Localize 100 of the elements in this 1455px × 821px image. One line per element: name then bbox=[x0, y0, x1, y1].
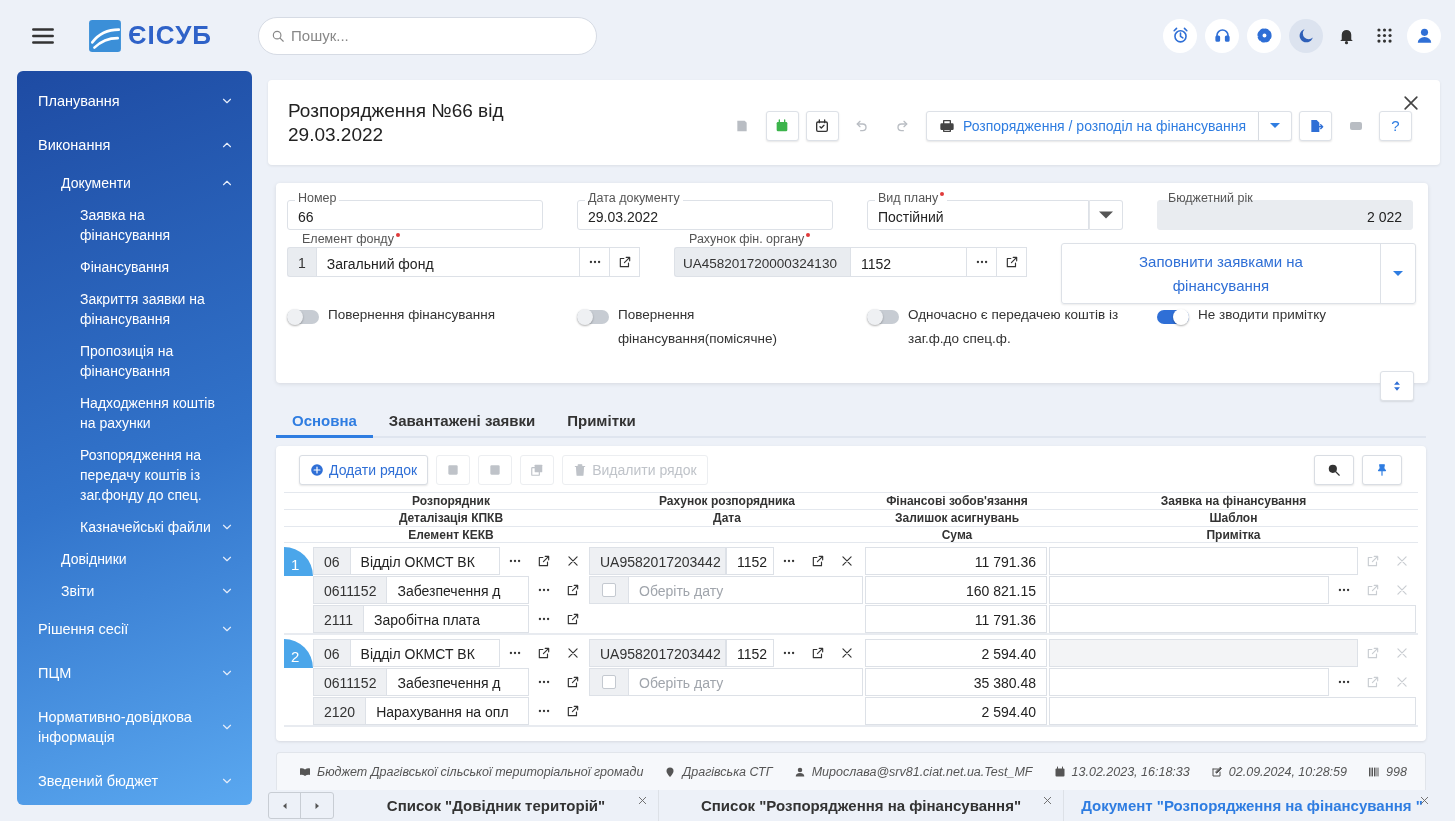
external-link-icon bbox=[810, 554, 825, 568]
sidebar-item[interactable]: Нормативно-довідкова інформація bbox=[17, 695, 252, 759]
input-field: 1152 bbox=[726, 547, 774, 575]
sidebar-item[interactable]: Закриття заявки на фінансування bbox=[17, 283, 252, 335]
code-field: 1 bbox=[287, 247, 316, 277]
column-header: Фінансові зобов'язання bbox=[885, 493, 1029, 509]
external-link-icon bbox=[536, 646, 551, 660]
close-icon bbox=[1041, 794, 1053, 806]
sidebar-item[interactable]: Казначейські файли bbox=[17, 511, 252, 543]
input-field: Забезпечення д bbox=[387, 668, 529, 696]
sidebar-item[interactable]: Виконання bbox=[17, 123, 252, 167]
sidebar-item[interactable]: Розпорядження на передачу коштів із заг.фонду до спец. bbox=[17, 439, 252, 511]
tab[interactable]: Завантажені заявки bbox=[372, 405, 552, 438]
settings-icon bbox=[1254, 26, 1274, 45]
sidebar-item[interactable]: Рішення сесії bbox=[17, 607, 252, 651]
amount-field: 35 380.48 bbox=[865, 668, 1047, 696]
toggle-switch[interactable] bbox=[867, 310, 899, 324]
close-tab-button[interactable] bbox=[1418, 794, 1430, 806]
theme-button[interactable] bbox=[1289, 18, 1323, 53]
pin-button[interactable] bbox=[1362, 455, 1402, 485]
code-field: UA9582017203442 bbox=[589, 547, 726, 575]
toggle-switch[interactable] bbox=[1157, 310, 1189, 324]
alarm-clock-icon bbox=[1170, 26, 1190, 45]
settings-button[interactable] bbox=[1247, 18, 1281, 53]
close-icon bbox=[565, 554, 580, 568]
sidebar-item[interactable]: Звіти bbox=[17, 575, 252, 607]
column-header: Рахунок розпорядника bbox=[657, 493, 797, 509]
toggle-switch[interactable] bbox=[577, 310, 609, 324]
sidebar-item[interactable]: Зведений бюджет bbox=[17, 759, 252, 803]
search-icon bbox=[1327, 463, 1341, 477]
add-row-button[interactable]: Додати рядок bbox=[299, 455, 429, 485]
sidebar-item[interactable]: Надходження коштів на рахунки bbox=[17, 387, 252, 439]
input-field: Відділ ОКМСТ ВК bbox=[350, 547, 500, 575]
search-field[interactable]: Пошук... bbox=[258, 16, 597, 55]
input-field[interactable] bbox=[1049, 639, 1358, 667]
open-link-button[interactable] bbox=[610, 247, 640, 277]
field-label: Елемент фонду bbox=[299, 232, 403, 246]
external-link-icon bbox=[1365, 554, 1380, 568]
collapse-button[interactable] bbox=[1380, 371, 1414, 401]
open-tab[interactable]: Документ "Розпорядження на фінансування " bbox=[1064, 790, 1440, 821]
sidebar-item[interactable]: Документи bbox=[17, 167, 252, 199]
sidebar-item[interactable]: Заявка на фінансування bbox=[17, 199, 252, 251]
close-icon bbox=[565, 646, 580, 660]
code-field: 0611152 bbox=[313, 576, 388, 604]
help-button[interactable]: ? bbox=[1379, 110, 1412, 141]
profile-button[interactable] bbox=[1407, 18, 1441, 53]
code-field: 2111 bbox=[313, 605, 365, 633]
column-header: Дата bbox=[712, 510, 742, 526]
external-link-icon bbox=[565, 583, 580, 597]
support-button[interactable] bbox=[1205, 18, 1239, 53]
open-link-button[interactable] bbox=[997, 247, 1027, 277]
field-label: Вид плану bbox=[875, 191, 948, 205]
external-link-icon bbox=[1365, 583, 1380, 597]
checkbox[interactable] bbox=[602, 583, 616, 597]
open-tab[interactable]: Список "Довідник територій" bbox=[334, 790, 659, 821]
sidebar-item[interactable]: Планування bbox=[17, 79, 252, 123]
alarm-clock-button[interactable] bbox=[1163, 18, 1197, 53]
code-field: UA458201720000324130 bbox=[674, 247, 850, 277]
amount-field: 11 791.36 bbox=[865, 605, 1047, 633]
approve-button[interactable] bbox=[766, 110, 799, 141]
field-label: Рахунок фін. органу bbox=[686, 232, 814, 246]
input-field[interactable] bbox=[1049, 576, 1329, 604]
open-tab[interactable]: Список "Розпорядження на фінансування" bbox=[659, 790, 1064, 821]
close-icon bbox=[1394, 646, 1409, 660]
input-field[interactable] bbox=[1049, 547, 1358, 575]
close-tab-button[interactable] bbox=[1041, 794, 1053, 806]
checkbox[interactable] bbox=[602, 675, 616, 689]
column-header: Деталізація КПКВ bbox=[397, 510, 505, 526]
input-field: Нарахування на опл bbox=[366, 697, 529, 725]
input-field: Відділ ОКМСТ ВК bbox=[350, 639, 500, 667]
note-field[interactable] bbox=[1049, 605, 1416, 633]
input-field: Забезпечення д bbox=[387, 576, 529, 604]
calendar-button[interactable] bbox=[806, 110, 839, 141]
input-field: Заробітна плата bbox=[364, 605, 529, 633]
field-label: Номер bbox=[295, 191, 340, 205]
sidebar-item[interactable]: Довідники bbox=[17, 543, 252, 575]
tab[interactable]: Примітки bbox=[551, 405, 652, 438]
date-field[interactable]: Оберіть дату bbox=[629, 668, 863, 696]
sidebar-item[interactable]: ПЦМ bbox=[17, 651, 252, 695]
note-field[interactable] bbox=[1049, 697, 1416, 725]
amount-field: 2 594.40 bbox=[865, 697, 1047, 725]
toggle-label: Повернення фінансування bbox=[328, 306, 495, 324]
column-header: Заявка на фінансування bbox=[1159, 493, 1308, 509]
tab[interactable]: Основна bbox=[276, 405, 373, 438]
toggle-switch[interactable] bbox=[287, 310, 319, 324]
export-button[interactable] bbox=[1299, 110, 1332, 141]
input-field[interactable] bbox=[1049, 668, 1329, 696]
date-field[interactable]: Оберіть дату bbox=[629, 576, 863, 604]
input-field[interactable]: Загальний фонд bbox=[315, 247, 580, 277]
column-header: Залишок асигнувань bbox=[894, 510, 1020, 526]
print-button[interactable]: Розпорядження / розподіл на фінансування bbox=[926, 110, 1259, 141]
external-link-icon bbox=[565, 612, 580, 626]
input-field[interactable]: 1152 bbox=[850, 247, 967, 277]
search-button[interactable] bbox=[1314, 455, 1354, 485]
sidebar-item[interactable]: Фінансування bbox=[17, 251, 252, 283]
sidebar-item[interactable]: Пропозиція на фінансування bbox=[17, 335, 252, 387]
caret-icon bbox=[1270, 123, 1280, 128]
external-link-icon bbox=[1365, 646, 1380, 660]
close-tab-button[interactable] bbox=[636, 794, 648, 806]
dropdown-button[interactable] bbox=[1089, 200, 1123, 230]
